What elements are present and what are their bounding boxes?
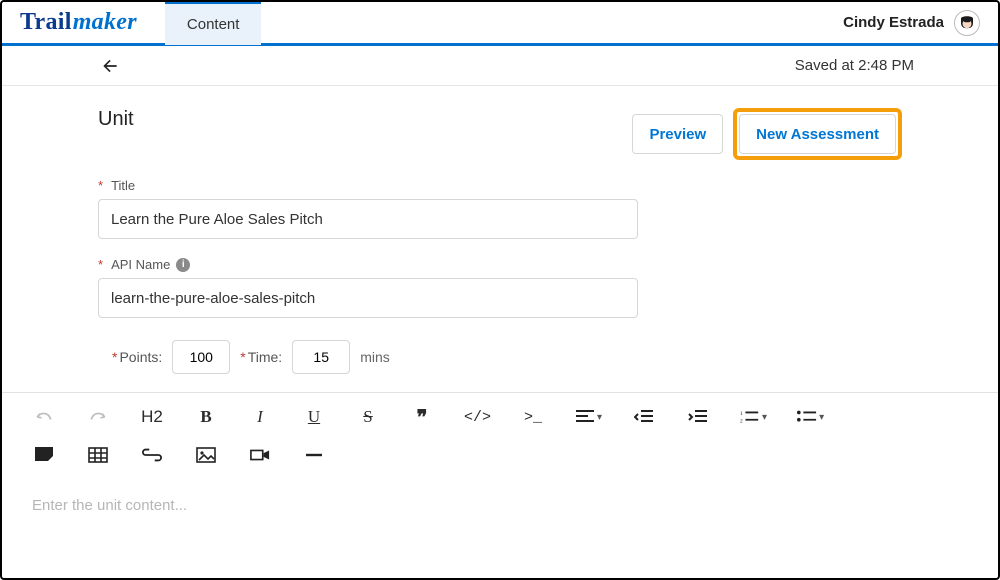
title-input[interactable]: [98, 199, 638, 239]
indent-button[interactable]: [686, 403, 710, 431]
user-name: Cindy Estrada: [843, 14, 944, 31]
terminal-button[interactable]: >_: [521, 403, 545, 431]
back-button[interactable]: [96, 52, 124, 80]
table-icon: [88, 446, 108, 464]
strike-button[interactable]: S: [356, 403, 380, 431]
video-button[interactable]: [248, 441, 272, 469]
editor-placeholder: Enter the unit content...: [32, 497, 187, 514]
note-icon: [34, 446, 54, 464]
underline-button[interactable]: U: [302, 403, 326, 431]
arrow-left-icon: [100, 56, 120, 76]
brand-logo: Trailmaker: [20, 9, 137, 36]
redo-icon: [88, 408, 108, 426]
api-name-input[interactable]: [98, 278, 638, 318]
time-label: *Time:: [240, 349, 282, 365]
unordered-list-button[interactable]: ▾: [797, 403, 824, 431]
user-menu[interactable]: Cindy Estrada: [843, 10, 980, 36]
align-button[interactable]: ▾: [575, 403, 602, 431]
time-input[interactable]: [292, 340, 350, 374]
mins-label: mins: [360, 349, 390, 365]
code-button[interactable]: </>: [464, 403, 491, 431]
undo-button[interactable]: [32, 403, 56, 431]
chevron-down-icon: ▾: [762, 412, 767, 423]
tab-content[interactable]: Content: [165, 1, 262, 45]
brand-part1: Trail: [20, 9, 72, 36]
minus-icon: [304, 446, 324, 464]
image-button[interactable]: [194, 441, 218, 469]
align-left-icon: [575, 408, 595, 426]
ordered-list-icon: 12: [740, 408, 760, 426]
table-button[interactable]: [86, 441, 110, 469]
quote-button[interactable]: ❞: [410, 403, 434, 431]
redo-button[interactable]: [86, 403, 110, 431]
note-button[interactable]: [32, 441, 56, 469]
preview-button[interactable]: Preview: [632, 114, 723, 154]
outdent-button[interactable]: [632, 403, 656, 431]
saved-status: Saved at 2:48 PM: [795, 57, 914, 74]
brand-part2: maker: [73, 9, 137, 36]
heading-button[interactable]: H2: [140, 403, 164, 431]
info-icon[interactable]: i: [176, 258, 190, 272]
undo-icon: [34, 408, 54, 426]
video-icon: [250, 446, 270, 464]
user-avatar: [954, 10, 980, 36]
chevron-down-icon: ▾: [819, 412, 824, 423]
svg-text:2: 2: [740, 418, 743, 424]
api-name-label: *API Name i: [98, 257, 638, 272]
link-button[interactable]: [140, 441, 164, 469]
points-label: *Points:: [112, 349, 162, 365]
ordered-list-button[interactable]: 12▾: [740, 403, 767, 431]
page-title: Unit: [98, 108, 134, 131]
new-assessment-highlight: New Assessment: [733, 108, 902, 160]
image-icon: [196, 446, 216, 464]
chevron-down-icon: ▾: [597, 412, 602, 423]
bold-button[interactable]: B: [194, 403, 218, 431]
editor-content[interactable]: Enter the unit content...: [2, 475, 998, 555]
link-icon: [142, 446, 162, 464]
points-input[interactable]: [172, 340, 230, 374]
svg-text:1: 1: [740, 411, 743, 417]
outdent-icon: [634, 408, 654, 426]
new-assessment-button[interactable]: New Assessment: [739, 114, 896, 154]
hr-button[interactable]: [302, 441, 326, 469]
title-label: *Title: [98, 178, 638, 193]
unordered-list-icon: [797, 408, 817, 426]
italic-button[interactable]: I: [248, 403, 272, 431]
indent-icon: [688, 408, 708, 426]
